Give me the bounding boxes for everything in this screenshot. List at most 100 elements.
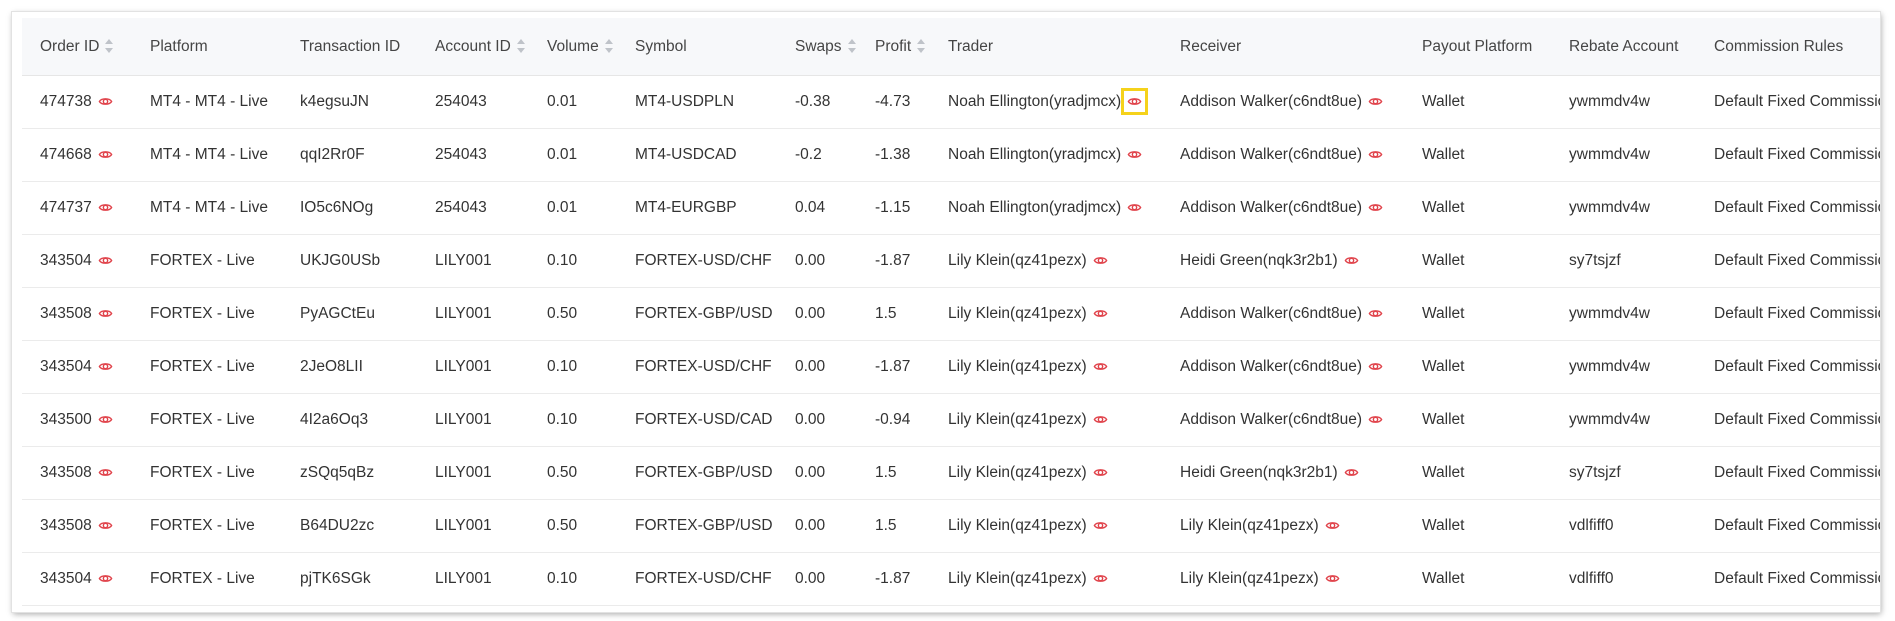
eye-icon[interactable]: [1093, 306, 1108, 321]
cell-volume: 0.10: [529, 393, 617, 447]
cell-trader: Noah Ellington(yradjmcx): [930, 181, 1162, 235]
eye-icon[interactable]: [1121, 88, 1149, 116]
eye-icon[interactable]: [1368, 200, 1383, 215]
swaps-value: -0.38: [795, 93, 831, 110]
rebate-account-value: ywmmdv4w: [1569, 411, 1650, 428]
volume-value: 0.01: [547, 146, 578, 163]
cell-order-id: 343500: [22, 393, 132, 447]
column-header-swaps[interactable]: Swaps: [777, 18, 857, 76]
volume-value: 0.10: [547, 570, 578, 587]
cell-swaps: 0.00: [777, 552, 857, 606]
cell-trader: Lily Klein(qz41pezx): [930, 340, 1162, 394]
eye-icon[interactable]: [98, 253, 113, 268]
cell-receiver: Lily Klein(qz41pezx): [1162, 499, 1404, 553]
cell-order-id: 343508: [22, 446, 132, 500]
cell-swaps: 0.00: [777, 393, 857, 447]
eye-icon[interactable]: [1344, 253, 1359, 268]
column-header-order-id[interactable]: Order ID: [22, 18, 132, 76]
cell-commission-rules: Default Fixed Commission: [1696, 340, 1880, 394]
swaps-value: 0.00: [795, 570, 826, 587]
volume-value: 0.01: [547, 199, 578, 216]
eye-icon[interactable]: [1093, 253, 1108, 268]
cell-payout-platform: Wallet: [1404, 552, 1551, 606]
swaps-value: 0.00: [795, 358, 826, 375]
receiver-value: Heidi Green(nqk3r2b1): [1180, 252, 1338, 269]
eye-icon[interactable]: [98, 94, 113, 109]
payout-platform-value: Wallet: [1422, 305, 1465, 322]
eye-icon[interactable]: [1325, 571, 1340, 586]
volume-value: 0.01: [547, 93, 578, 110]
eye-icon[interactable]: [98, 465, 113, 480]
orders-panel: Order ID Platform Transaction ID Account ID…: [12, 12, 1880, 612]
order-id-value: 474738: [40, 93, 92, 110]
profit-value: -1.87: [875, 358, 911, 375]
cell-platform: MT4 - MT4 - Live: [132, 181, 282, 235]
table-row: 343508 FORTEX - Live zSQq5qBz LILY001 0.50 FO…: [22, 446, 1880, 500]
profit-value: -1.38: [875, 146, 911, 163]
cell-account-id: LILY001: [417, 393, 529, 447]
profit-value: 1.5: [875, 517, 897, 534]
order-id-value: 343504: [40, 358, 92, 375]
sort-caret-icon[interactable]: [847, 39, 856, 54]
eye-icon[interactable]: [1368, 147, 1383, 162]
account-id-value: 254043: [435, 93, 487, 110]
eye-icon[interactable]: [1093, 465, 1108, 480]
eye-icon[interactable]: [98, 412, 113, 427]
eye-icon[interactable]: [1093, 518, 1108, 533]
cell-trader: Lily Klein(qz41pezx): [930, 552, 1162, 606]
table-row: 343504 FORTEX - Live UKJG0USb LILY001 0.10 FO…: [22, 234, 1880, 288]
eye-icon[interactable]: [98, 518, 113, 533]
cell-platform: FORTEX - Live: [132, 340, 282, 394]
sort-caret-icon[interactable]: [105, 39, 114, 54]
eye-icon[interactable]: [98, 147, 113, 162]
cell-transaction-id: zSQq5qBz: [282, 446, 417, 500]
eye-icon[interactable]: [98, 571, 113, 586]
column-header-account-id[interactable]: Account ID: [417, 18, 529, 76]
eye-icon[interactable]: [1093, 412, 1108, 427]
cell-payout-platform: Wallet: [1404, 499, 1551, 553]
receiver-value: Addison Walker(c6ndt8ue): [1180, 199, 1363, 216]
column-header-label: Profit: [875, 37, 912, 55]
eye-icon[interactable]: [1093, 571, 1108, 586]
eye-icon[interactable]: [98, 359, 113, 374]
cell-volume: 0.10: [529, 340, 617, 394]
sort-caret-icon[interactable]: [516, 39, 525, 54]
platform-value: MT4 - MT4 - Live: [150, 146, 268, 163]
receiver-value: Lily Klein(qz41pezx): [1180, 517, 1319, 534]
sort-caret-icon[interactable]: [604, 39, 613, 54]
eye-icon[interactable]: [1127, 200, 1142, 215]
column-header-profit[interactable]: Profit: [857, 18, 930, 76]
cell-profit: 1.5: [857, 446, 930, 500]
symbol-value: FORTEX-GBP/USD: [635, 464, 773, 481]
cell-rebate-account: vdlfiff0: [1551, 552, 1696, 606]
sort-caret-icon[interactable]: [917, 39, 926, 54]
rebate-account-value: sy7tsjzf: [1569, 464, 1621, 481]
column-header-label: Receiver: [1180, 37, 1242, 55]
column-header-volume[interactable]: Volume: [529, 18, 617, 76]
eye-icon[interactable]: [98, 306, 113, 321]
platform-value: FORTEX - Live: [150, 252, 255, 269]
cell-profit: -1.15: [857, 181, 930, 235]
eye-icon[interactable]: [1093, 359, 1108, 374]
swaps-value: 0.00: [795, 305, 826, 322]
eye-icon[interactable]: [1368, 94, 1383, 109]
column-header-label: Symbol: [635, 37, 687, 55]
eye-icon[interactable]: [1325, 518, 1340, 533]
table-row: 474737 MT4 - MT4 - Live IO5c6NOg 254043 0.01…: [22, 181, 1880, 235]
column-header-transaction-id: Transaction ID: [282, 18, 417, 76]
eye-icon[interactable]: [98, 200, 113, 215]
eye-icon[interactable]: [1344, 465, 1359, 480]
eye-icon[interactable]: [1127, 147, 1142, 162]
cell-payout-platform: Wallet: [1404, 181, 1551, 235]
commission-rules-value: Default Fixed Commission: [1714, 93, 1880, 110]
commission-rules-value: Default Fixed Commission: [1714, 570, 1880, 587]
cell-symbol: MT4-USDCAD: [617, 128, 777, 182]
rebate-account-value: ywmmdv4w: [1569, 358, 1650, 375]
eye-icon[interactable]: [1368, 359, 1383, 374]
rebate-account-value: vdlfiff0: [1569, 570, 1614, 587]
platform-value: FORTEX - Live: [150, 464, 255, 481]
cell-trader: Lily Klein(qz41pezx): [930, 499, 1162, 553]
table-row: 474738 MT4 - MT4 - Live k4egsuJN 254043 0.01…: [22, 75, 1880, 129]
eye-icon[interactable]: [1368, 412, 1383, 427]
eye-icon[interactable]: [1368, 306, 1383, 321]
